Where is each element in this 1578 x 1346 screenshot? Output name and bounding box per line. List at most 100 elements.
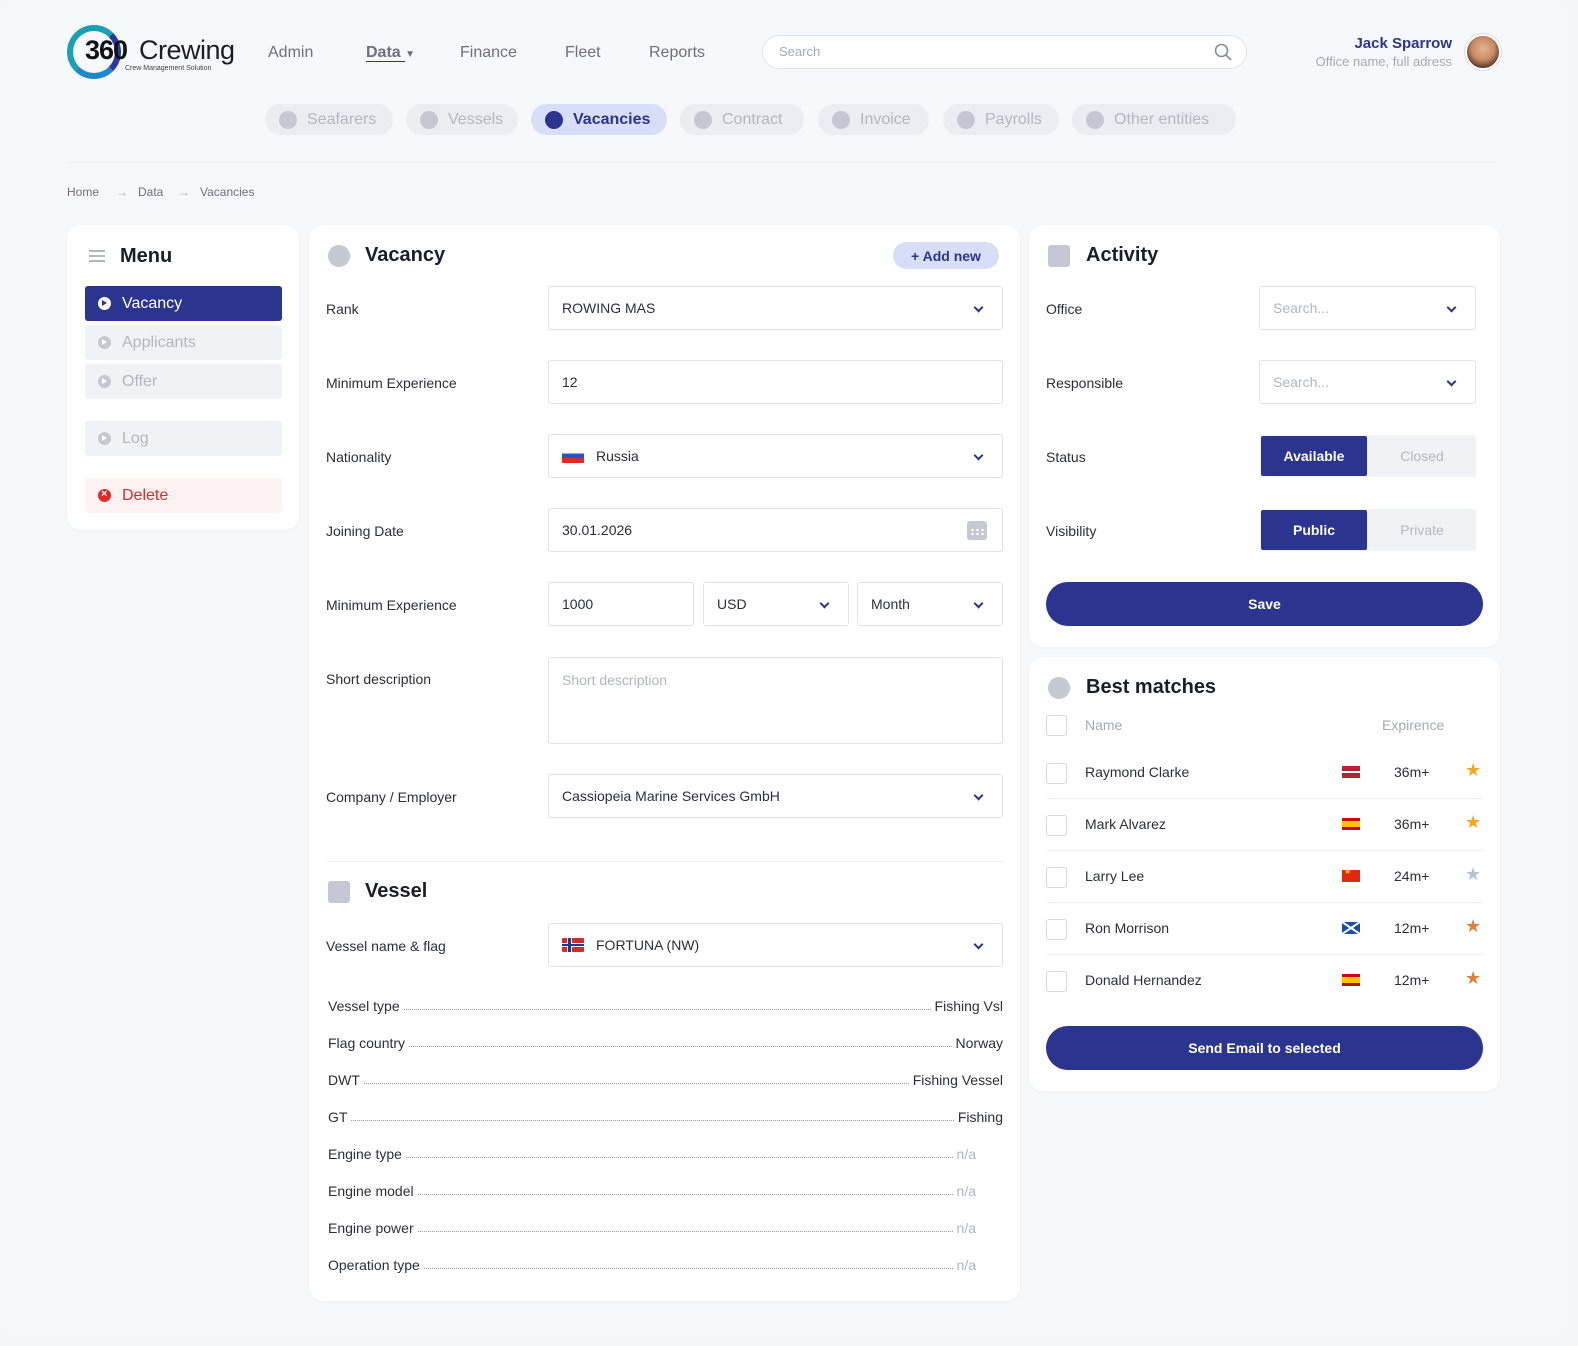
vessel-name-value: FORTUNA (NW) [596,937,700,953]
table-row: Larry Lee 24m+ ★ [1046,851,1483,903]
nationality-value: Russia [596,448,639,464]
match-name: Ron Morrison [1085,920,1170,936]
nav-data[interactable]: Data ▼ [366,44,415,62]
visibility-private-option[interactable]: Private [1368,509,1476,551]
menu-item-offer[interactable]: Offer [85,364,282,399]
match-experience: 12m+ [1394,920,1430,936]
chevron-down-icon [973,939,984,950]
joining-date-input[interactable]: 30.01.2026 [548,508,1003,552]
detail-key: Engine power [328,1220,414,1236]
detail-value: Fishing Vsl [934,998,1003,1014]
company-value: Cassiopeia Marine Services GmbH [562,788,780,804]
tab-vessels[interactable]: Vessels [406,104,518,135]
app-page: 360 Crewing Crew Management Solution Adm… [0,0,1568,1336]
table-row: Donald Hernandez 12m+ ★ [1046,955,1483,1007]
office-select[interactable]: Search... [1259,286,1476,330]
menu-item-vacancy[interactable]: Vacancy [85,286,282,321]
detail-value: n/a [956,1220,976,1236]
detail-value: n/a [956,1146,976,1162]
breadcrumb-data[interactable]: Data [138,185,163,199]
row-checkbox[interactable] [1046,971,1067,992]
nationality-select[interactable]: Russia [548,434,1003,478]
tab-label: Vessels [448,110,504,128]
responsible-select[interactable]: Search... [1259,360,1476,404]
detail-key: GT [328,1109,348,1125]
joining-date-value: 30.01.2026 [562,522,633,538]
arrow-right-icon: → [178,185,190,199]
avatar[interactable] [1465,34,1501,70]
global-search [762,35,1247,69]
add-new-button[interactable]: + Add new [893,242,999,269]
star-icon[interactable]: ★ [1465,812,1481,833]
status-closed-option[interactable]: Closed [1368,435,1476,477]
menu-item-label: Delete [122,486,169,504]
nav-finance[interactable]: Finance [460,44,517,62]
nav-fleet[interactable]: Fleet [565,44,601,62]
search-icon[interactable] [1214,43,1232,61]
match-name: Raymond Clarke [1085,764,1190,780]
star-icon[interactable]: ★ [1465,916,1481,937]
star-icon[interactable]: ★ [1465,760,1481,781]
tab-payrolls[interactable]: Payrolls [943,104,1059,135]
tab-seafarers[interactable]: Seafarers [265,104,393,135]
detail-key: Vessel type [328,998,400,1014]
save-button[interactable]: Save [1046,582,1483,626]
user-office: Office name, full adress [1315,54,1452,69]
breadcrumb-home[interactable]: Home [67,185,99,199]
company-select[interactable]: Cassiopeia Marine Services GmbH [548,774,1003,818]
star-icon[interactable]: ★ [1465,864,1481,885]
salary-amount-input[interactable]: 1000 [548,582,694,626]
menu-item-label: Offer [122,372,158,390]
play-circle-icon [98,375,111,388]
vessel-select[interactable]: FORTUNA (NW) [548,923,1003,967]
user-info[interactable]: Jack Sparrow Office name, full adress [1316,35,1452,69]
award-icon [1048,677,1070,699]
visibility-public-option[interactable]: Public [1261,510,1367,550]
row-checkbox[interactable] [1046,815,1067,836]
select-all-checkbox[interactable] [1046,715,1067,736]
nav-reports[interactable]: Reports [649,44,705,62]
menu-item-log[interactable]: Log [85,421,282,456]
row-checkbox[interactable] [1046,919,1067,940]
tab-label: Other entities [1114,110,1210,128]
menu-item-delete[interactable]: Delete [85,478,282,513]
vessel-detail-row: Engine type n/a [328,1144,976,1162]
detail-key: DWT [328,1072,360,1088]
rank-select[interactable]: ROWING MAS [548,286,1003,330]
row-checkbox[interactable] [1046,867,1067,888]
vessel-detail-row: GT Fishing [328,1107,1003,1125]
tab-contract[interactable]: Contract [680,104,804,135]
star-icon[interactable]: ★ [1465,968,1481,989]
detail-key: Engine type [328,1146,402,1162]
status-available-option[interactable]: Available [1261,436,1367,476]
user-name: Jack Sparrow [1354,35,1452,52]
app-logo[interactable]: 360 Crewing Crew Management Solution [67,25,242,81]
tab-vacancies[interactable]: Vacancies [531,104,667,135]
company-label: Company / Employer [326,789,457,805]
tab-other-entities[interactable]: Other entities [1072,104,1236,135]
short-description-textarea[interactable]: Short description [548,657,1003,744]
ship-icon [420,110,438,129]
currency-value: USD [717,596,747,612]
tab-invoice[interactable]: Invoice [818,104,929,135]
period-select[interactable]: Month [857,582,1003,626]
send-email-button[interactable]: Send Email to selected [1046,1026,1483,1070]
calendar-icon[interactable] [967,521,987,540]
vessel-detail-row: Operation type n/a [328,1255,976,1273]
nav-admin[interactable]: Admin [268,44,313,62]
anchor-icon [694,110,712,129]
chevron-down-icon [1446,376,1457,387]
compass-icon [545,110,563,129]
nationality-label: Nationality [326,449,392,465]
table-row: Raymond Clarke 36m+ ★ [1046,747,1483,799]
row-checkbox[interactable] [1046,763,1067,784]
min-experience-input[interactable]: 12 [548,360,1003,404]
detail-value: n/a [956,1183,976,1199]
search-input[interactable] [779,44,1199,59]
tab-label: Payrolls [985,110,1042,128]
currency-select[interactable]: USD [703,582,849,626]
nav-data-label: Data [366,44,401,61]
match-experience: 36m+ [1394,816,1430,832]
chevron-down-icon [973,598,984,609]
menu-item-applicants[interactable]: Applicants [85,325,282,360]
